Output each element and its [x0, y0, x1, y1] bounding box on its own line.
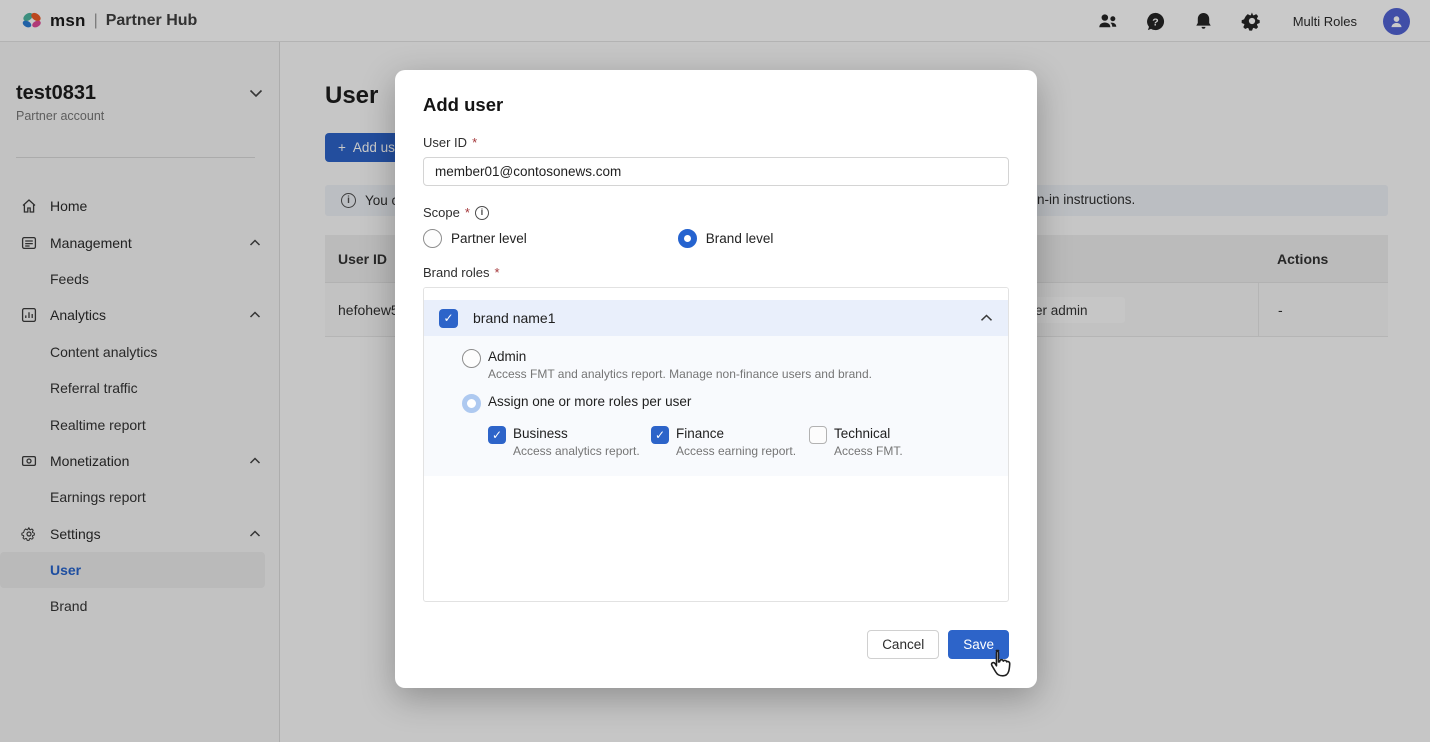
radio-unselected-icon [462, 349, 481, 368]
radio-selected-light-icon [462, 394, 481, 413]
radio-partner-level[interactable]: Partner level [423, 229, 527, 248]
checkbox-checked-icon: ✓ [651, 426, 669, 444]
scope-info-icon[interactable]: i [475, 206, 489, 220]
checkbox-finance[interactable]: ✓ Finance Access earning report. [651, 426, 809, 458]
scope-options: Partner level Brand level [423, 229, 1009, 248]
dialog-title: Add user [423, 94, 1009, 116]
assign-roles-label: Assign one or more roles per user [488, 394, 691, 409]
brand-roles-panel: ✓ brand name1 Admin Access FMT and analy… [423, 287, 1009, 602]
brand-roles-body: Admin Access FMT and analytics report. M… [424, 336, 1008, 476]
role-checkboxes: ✓ Business Access analytics report. ✓ Fi… [462, 426, 1008, 458]
checkbox-business[interactable]: ✓ Business Access analytics report. [488, 426, 651, 458]
radio-selected-icon [678, 229, 697, 248]
technical-description: Access FMT. [834, 444, 903, 458]
brand-name: brand name1 [473, 310, 556, 326]
chevron-up-icon[interactable] [980, 314, 993, 322]
user-id-input[interactable] [423, 157, 1009, 186]
brand-checkbox-checked[interactable]: ✓ [439, 309, 458, 328]
finance-label: Finance [676, 426, 796, 441]
checkbox-technical[interactable]: Technical Access FMT. [809, 426, 903, 458]
brand-roles-input-strip[interactable] [424, 288, 1008, 300]
radio-brand-level[interactable]: Brand level [678, 229, 774, 248]
brand-roles-label: Brand roles* [423, 265, 1009, 280]
add-user-dialog: Add user User ID* Scope* i Partner level… [395, 70, 1037, 688]
checkbox-unchecked-icon [809, 426, 827, 444]
brand-row[interactable]: ✓ brand name1 [424, 300, 1008, 336]
business-description: Access analytics report. [513, 444, 640, 458]
admin-role-label: Admin [488, 349, 872, 364]
scope-label: Scope* i [423, 205, 1009, 220]
app-window: msn | Partner Hub ? [0, 0, 1430, 742]
dialog-buttons: Cancel Save [867, 630, 1009, 659]
radio-admin-role[interactable]: Admin Access FMT and analytics report. M… [462, 349, 1008, 381]
admin-role-description: Access FMT and analytics report. Manage … [488, 367, 872, 381]
business-label: Business [513, 426, 640, 441]
user-id-label: User ID* [423, 135, 1009, 150]
radio-assign-roles[interactable]: Assign one or more roles per user [462, 394, 1008, 413]
finance-description: Access earning report. [676, 444, 796, 458]
technical-label: Technical [834, 426, 903, 441]
save-button[interactable]: Save [948, 630, 1009, 659]
required-mark: * [472, 135, 477, 150]
cancel-button[interactable]: Cancel [867, 630, 939, 659]
radio-unselected-icon [423, 229, 442, 248]
checkbox-checked-icon: ✓ [488, 426, 506, 444]
